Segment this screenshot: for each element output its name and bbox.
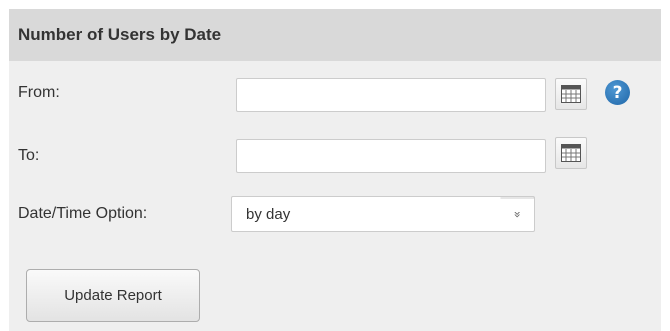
to-date-input[interactable]	[236, 139, 546, 173]
help-icon[interactable]: ?	[605, 80, 630, 105]
panel-header: Number of Users by Date	[9, 9, 661, 61]
date-time-option-select[interactable]: by day »	[231, 196, 535, 232]
calendar-icon	[561, 85, 581, 103]
update-report-button[interactable]: Update Report	[26, 269, 200, 322]
from-calendar-button[interactable]	[555, 78, 587, 110]
calendar-icon	[561, 144, 581, 162]
from-label: From:	[18, 84, 60, 101]
to-calendar-button[interactable]	[555, 137, 587, 169]
double-chevron-down-icon[interactable]: »	[500, 197, 535, 231]
from-date-input[interactable]	[236, 78, 546, 112]
to-label: To:	[18, 147, 40, 164]
panel-title: Number of Users by Date	[18, 25, 222, 44]
date-time-option-label: Date/Time Option:	[18, 205, 148, 222]
date-time-option-value: by day	[246, 206, 291, 223]
